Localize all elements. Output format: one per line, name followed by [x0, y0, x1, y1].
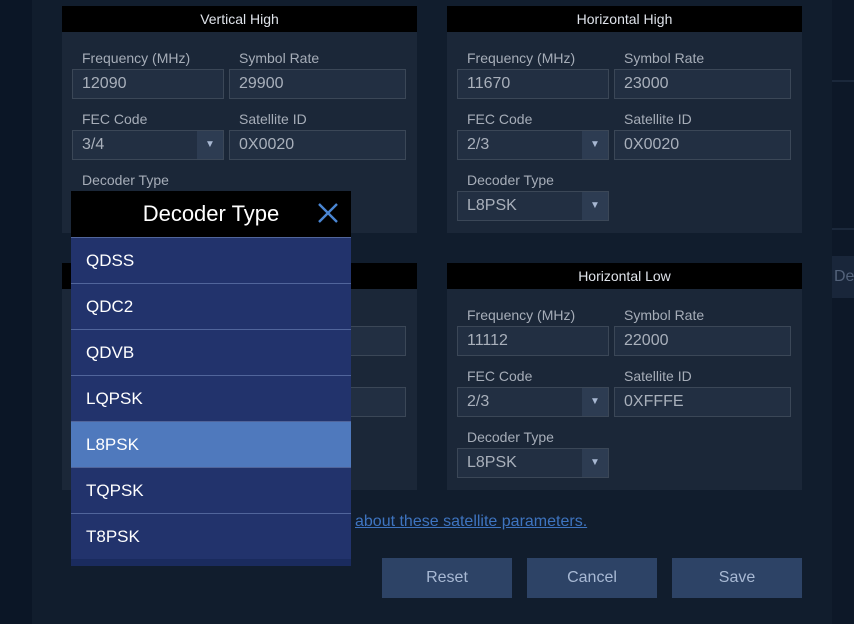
decoder-type-modal: Decoder Type QDSS QDC2 QDVB LQPSK L8PSK … — [71, 191, 351, 566]
fec-code-select[interactable]: 2/3 ▼ — [457, 387, 609, 417]
chevron-down-icon[interactable]: ▼ — [197, 131, 223, 159]
chevron-down-icon[interactable]: ▼ — [582, 388, 608, 416]
satellite-id-label: Satellite ID — [624, 111, 692, 127]
right-edge-tab[interactable]: De — [832, 256, 854, 298]
modal-header: Decoder Type — [71, 191, 351, 237]
decoder-type-select[interactable]: L8PSK ▼ — [457, 448, 609, 478]
decoder-type-label: Decoder Type — [82, 172, 169, 188]
symbol-rate-input[interactable]: 22000 — [614, 326, 791, 356]
chevron-down-icon[interactable]: ▼ — [582, 131, 608, 159]
symbol-rate-input[interactable]: 23000 — [614, 69, 791, 99]
decoder-type-value: L8PSK — [467, 197, 517, 214]
symbol-rate-input[interactable]: 29900 — [229, 69, 406, 99]
option-qdss[interactable]: QDSS — [71, 237, 351, 283]
horizontal-high-panel: Horizontal High Frequency (MHz) 11670 Sy… — [447, 6, 802, 233]
fec-code-label: FEC Code — [467, 111, 533, 127]
decoder-type-label: Decoder Type — [467, 172, 554, 188]
fec-code-label: FEC Code — [467, 368, 533, 384]
chevron-down-icon[interactable]: ▼ — [582, 449, 608, 477]
frequency-input[interactable]: 11112 — [457, 326, 609, 356]
horizontal-low-panel: Horizontal Low Frequency (MHz) 11112 Sym… — [447, 263, 802, 490]
option-tqpsk[interactable]: TQPSK — [71, 467, 351, 513]
decoder-type-select[interactable]: L8PSK ▼ — [457, 191, 609, 221]
option-l8psk[interactable]: L8PSK — [71, 421, 351, 467]
satellite-id-input[interactable]: 0X0020 — [614, 130, 791, 160]
fec-code-select[interactable]: 3/4 ▼ — [72, 130, 224, 160]
right-edge-panel — [832, 0, 854, 624]
satellite-parameters-help-link[interactable]: about these satellite parameters. — [355, 513, 587, 531]
option-lqpsk[interactable]: LQPSK — [71, 375, 351, 421]
satellite-id-label: Satellite ID — [624, 368, 692, 384]
close-icon[interactable] — [317, 202, 339, 224]
right-edge-divider — [832, 228, 854, 230]
option-t8psk[interactable]: T8PSK — [71, 513, 351, 559]
right-edge-divider — [832, 80, 854, 82]
cancel-button[interactable]: Cancel — [527, 558, 657, 598]
fec-code-value: 3/4 — [82, 136, 105, 153]
chevron-down-icon[interactable]: ▼ — [582, 192, 608, 220]
frequency-label: Frequency (MHz) — [467, 307, 576, 323]
option-qdc2[interactable]: QDC2 — [71, 283, 351, 329]
frequency-label: Frequency (MHz) — [467, 50, 576, 66]
fec-code-select[interactable]: 2/3 ▼ — [457, 130, 609, 160]
symbol-rate-label: Symbol Rate — [624, 307, 705, 323]
panel-title: Horizontal High — [447, 6, 802, 32]
fec-code-value: 2/3 — [467, 393, 490, 410]
option-qdvb[interactable]: QDVB — [71, 329, 351, 375]
fec-code-value: 2/3 — [467, 136, 490, 153]
satellite-id-label: Satellite ID — [239, 111, 307, 127]
decoder-type-label: Decoder Type — [467, 429, 554, 445]
satellite-id-input[interactable]: 0XFFFE — [614, 387, 791, 417]
panel-title: Horizontal Low — [447, 263, 802, 289]
reset-button[interactable]: Reset — [382, 558, 512, 598]
frequency-input[interactable]: 11670 — [457, 69, 609, 99]
decoder-type-value: L8PSK — [467, 454, 517, 471]
save-button[interactable]: Save — [672, 558, 802, 598]
frequency-input[interactable]: 12090 — [72, 69, 224, 99]
symbol-rate-label: Symbol Rate — [624, 50, 705, 66]
modal-title: Decoder Type — [142, 201, 280, 226]
symbol-rate-label: Symbol Rate — [239, 50, 320, 66]
fec-code-label: FEC Code — [82, 111, 148, 127]
panel-title: Vertical High — [62, 6, 417, 32]
satellite-id-input[interactable]: 0X0020 — [229, 130, 406, 160]
frequency-label: Frequency (MHz) — [82, 50, 191, 66]
